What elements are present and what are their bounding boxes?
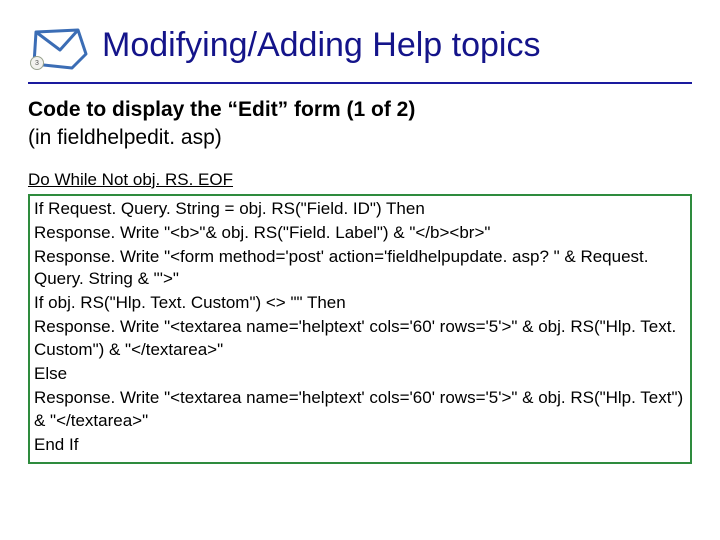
slide-subtitle: Code to display the “Edit” form (1 of 2)…	[28, 96, 692, 153]
subtitle-bold-line: Code to display the “Edit” form (1 of 2)	[28, 98, 415, 121]
code-line: End If	[34, 434, 686, 457]
slide-container: 3 Modifying/Adding Help topics Code to d…	[0, 0, 720, 540]
slide-number-badge: 3	[30, 56, 44, 70]
code-line: Response. Write "<textarea name='helptex…	[34, 387, 686, 433]
code-boxed-region: If Request. Query. String = obj. RS("Fie…	[28, 194, 692, 464]
code-line: Response. Write "<textarea name='helptex…	[34, 316, 686, 362]
code-line: Response. Write "<form method='post' act…	[34, 246, 686, 292]
code-block: Do While Not obj. RS. EOF If Request. Qu…	[28, 169, 692, 464]
code-line: Else	[34, 363, 686, 386]
envelope-icon: 3	[28, 20, 92, 76]
slide-title: Modifying/Adding Help topics	[102, 20, 692, 65]
code-line: If obj. RS("Hlp. Text. Custom") <> "" Th…	[34, 292, 686, 315]
code-line: Do While Not obj. RS. EOF	[28, 169, 692, 192]
header-divider	[28, 82, 692, 84]
slide-header: 3 Modifying/Adding Help topics	[28, 20, 692, 76]
code-line: If Request. Query. String = obj. RS("Fie…	[34, 198, 686, 221]
code-line: Response. Write "<b>"& obj. RS("Field. L…	[34, 222, 686, 245]
subtitle-plain-line: (in fieldhelpedit. asp)	[28, 126, 222, 149]
